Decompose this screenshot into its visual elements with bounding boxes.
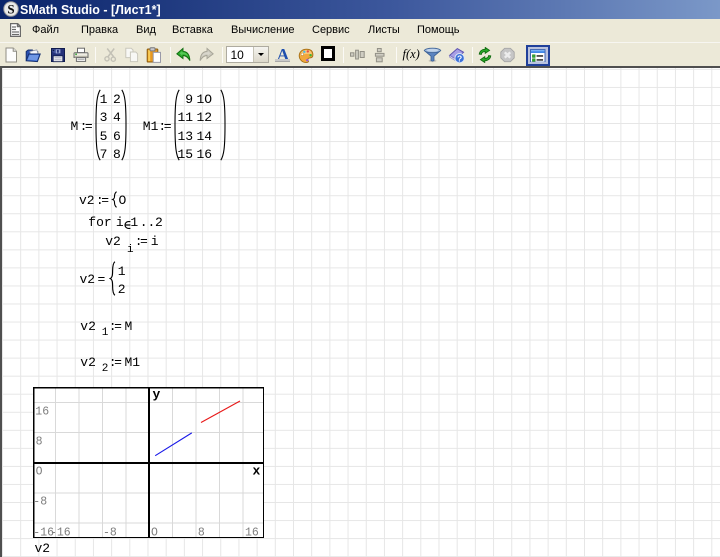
svg-text:16: 16 [245,527,259,539]
svg-text:O: O [36,466,43,479]
svg-text:16: 16 [35,405,49,418]
svg-text:-8: -8 [103,527,117,539]
svg-text:-8: -8 [33,496,47,509]
svg-text:8: 8 [198,527,205,539]
svg-text:-16: -16 [50,527,71,539]
svg-text:S: S [7,1,14,16]
svg-text:y: y [153,387,161,402]
svg-text:8: 8 [36,435,43,448]
svg-text:x: x [253,464,261,479]
svg-text:?: ? [456,53,461,63]
svg-text:O: O [151,527,158,539]
